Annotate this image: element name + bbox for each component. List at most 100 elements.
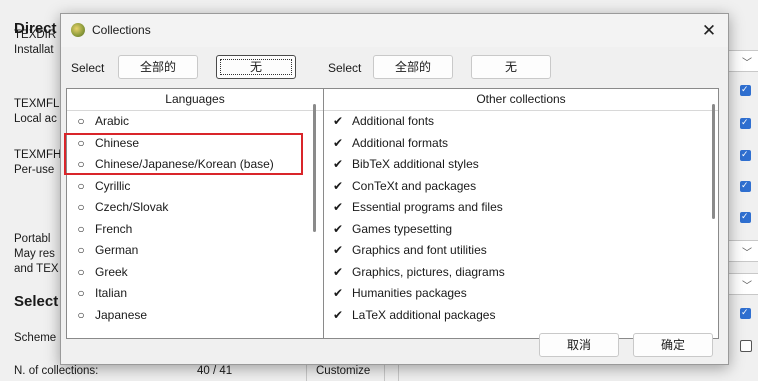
customize-button[interactable]: Customize <box>316 364 370 379</box>
language-item-label: Arabic <box>95 114 130 128</box>
ok-button[interactable]: 确定 <box>633 333 713 357</box>
language-item-label: German <box>95 243 139 257</box>
option-checkbox-unchecked[interactable] <box>740 340 752 352</box>
checkmark-icon: ✔ <box>332 200 344 214</box>
languages-scrollbar-thumb[interactable] <box>313 104 316 232</box>
dialog-title: Collections <box>92 23 151 37</box>
other-collections-list-header: Other collections <box>324 89 718 111</box>
collection-item-label: Essential programs and files <box>352 200 503 214</box>
combo-2[interactable]: ﹀ <box>727 273 758 295</box>
radio-circle-icon: ○ <box>77 200 85 214</box>
background-text-line: Scheme <box>14 332 57 344</box>
languages-list-header: Languages <box>67 89 323 111</box>
option-checkbox[interactable] <box>740 117 751 129</box>
option-checkbox[interactable] <box>740 180 751 192</box>
language-item[interactable]: ○ French <box>67 219 323 241</box>
collection-item-label: LaTeX additional packages <box>352 307 496 322</box>
background-select-heading: Select <box>14 293 59 310</box>
background-text-line: Portabl <box>14 233 51 245</box>
background-text-line: TEXMFH <box>14 149 62 161</box>
language-item[interactable]: ○ Italian <box>67 283 323 305</box>
background-text-line: TEXDIR <box>14 29 57 41</box>
highlight-box <box>64 133 303 175</box>
radio-circle-icon: ○ <box>77 264 85 279</box>
radio-circle-icon: ○ <box>77 307 85 322</box>
option-checkbox[interactable] <box>740 84 751 96</box>
collection-item-label: Humanities packages <box>352 286 467 300</box>
language-item[interactable]: ○ Greek <box>67 262 323 284</box>
collection-item[interactable]: ✔ Humanities packages <box>324 283 718 305</box>
collection-item[interactable]: ✔ ConTeXt and packages <box>324 176 718 198</box>
n-collections-label: N. of collections: <box>14 365 99 377</box>
app-icon <box>71 23 85 37</box>
collection-item-label: Games typesetting <box>352 221 453 236</box>
collections-dialog: Collections ✕ Select 全部的 无 Languages ○ Ar… <box>60 13 729 365</box>
cancel-button[interactable]: 取消 <box>539 333 619 357</box>
collection-item-label: Additional fonts <box>352 114 435 128</box>
other-scrollbar-thumb[interactable] <box>712 104 715 219</box>
background-text-line: TEXMFL <box>14 98 60 110</box>
collection-item-label: ConTeXt and packages <box>352 178 477 193</box>
dialog-titlebar: Collections ✕ <box>61 14 728 47</box>
language-item-label: French <box>95 221 133 236</box>
collection-item[interactable]: ✔ Essential programs and files <box>324 197 718 219</box>
radio-circle-icon: ○ <box>77 221 85 236</box>
chevron-down-icon: ﹀ <box>742 248 752 259</box>
language-item-label: Italian <box>95 286 128 300</box>
background-text-line: and TEX <box>14 263 59 275</box>
option-checkbox[interactable] <box>740 149 751 161</box>
texdir-combo[interactable]: ﹀ <box>727 50 758 72</box>
language-item[interactable]: ○ German <box>67 240 323 262</box>
checkmark-icon: ✔ <box>332 286 344 300</box>
collection-item-label: Graphics and font utilities <box>352 243 487 257</box>
radio-circle-icon: ○ <box>77 178 85 193</box>
collection-item[interactable]: ✔ Graphics, pictures, diagrams <box>324 262 718 284</box>
collection-item[interactable]: ✔ LaTeX additional packages <box>324 305 718 327</box>
language-item-label: Cyrillic <box>95 178 131 193</box>
other-select-all-button[interactable]: 全部的 <box>373 55 453 79</box>
checkmark-icon: ✔ <box>332 243 344 257</box>
other-select-none-button[interactable]: 无 <box>471 55 551 79</box>
collection-item-label: Additional formats <box>352 135 449 150</box>
language-item-label: Czech/Slovak <box>95 200 169 214</box>
collection-item[interactable]: ✔ BibTeX additional styles <box>324 154 718 176</box>
checkmark-icon: ✔ <box>332 135 344 150</box>
language-item[interactable]: ○ Japanese <box>67 305 323 327</box>
language-item[interactable]: ○ Czech/Slovak <box>67 197 323 219</box>
combo-1[interactable]: ﹀ <box>727 240 758 262</box>
checkmark-icon: ✔ <box>332 307 344 322</box>
other-collections-list[interactable]: Other collections ✔ Additional fonts ✔ Addi… <box>323 88 719 339</box>
radio-circle-icon: ○ <box>77 243 85 257</box>
checkmark-icon: ✔ <box>332 157 344 171</box>
background-text-line: Installat <box>14 44 54 56</box>
collection-item[interactable]: ✔ Additional formats <box>324 133 718 155</box>
radio-circle-icon: ○ <box>77 286 85 300</box>
option-checkbox[interactable] <box>740 211 751 223</box>
n-collections-value: 40 / 41 <box>197 365 233 377</box>
close-button[interactable]: ✕ <box>690 14 728 47</box>
background-text-line: Local ac <box>14 113 57 125</box>
chevron-down-icon: ﹀ <box>742 281 752 292</box>
language-item-label: Japanese <box>95 307 148 322</box>
collection-item-label: Graphics, pictures, diagrams <box>352 264 505 279</box>
background-text-line: Per-use <box>14 164 55 176</box>
collection-item-label: BibTeX additional styles <box>352 157 479 171</box>
chevron-down-icon: ﹀ <box>742 58 752 69</box>
checkmark-icon: ✔ <box>332 114 344 128</box>
option-checkbox[interactable] <box>740 307 751 319</box>
language-item[interactable]: ○ Cyrillic <box>67 176 323 198</box>
languages-select-all-button[interactable]: 全部的 <box>118 55 198 79</box>
collection-item[interactable]: ✔ Games typesetting <box>324 219 718 241</box>
language-item[interactable]: ○ Arabic <box>67 111 323 133</box>
checkmark-icon: ✔ <box>332 264 344 279</box>
collection-item[interactable]: ✔ Graphics and font utilities <box>324 240 718 262</box>
language-item-label: Greek <box>95 264 128 279</box>
languages-list[interactable]: Languages ○ Arabic ○ Chinese ○ Chinese/Japane… <box>66 88 324 339</box>
background-text-line: May res <box>14 248 55 260</box>
checkmark-icon: ✔ <box>332 221 344 236</box>
other-select-label: Select <box>328 61 362 75</box>
languages-select-none-button[interactable]: 无 <box>216 55 296 79</box>
radio-circle-icon: ○ <box>77 114 85 128</box>
checkmark-icon: ✔ <box>332 178 344 193</box>
collection-item[interactable]: ✔ Additional fonts <box>324 111 718 133</box>
